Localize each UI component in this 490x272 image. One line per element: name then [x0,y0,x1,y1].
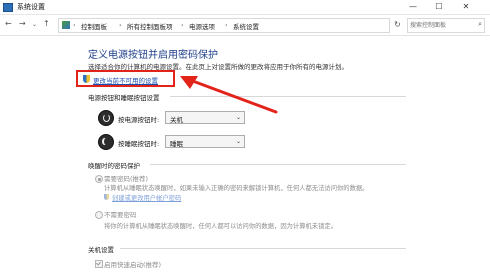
forward-arrow-icon[interactable]: → [19,19,26,28]
power-button-label: 按电源按钮时: [118,116,160,124]
sleep-button-action-select[interactable]: 睡眠 ⌄ [165,135,245,148]
power-button-icon [98,110,114,126]
back-arrow-icon[interactable]: ← [5,19,12,28]
breadcrumb-separator: › [181,21,184,29]
control-panel-icon [62,21,70,29]
chevron-down-icon: ⌄ [235,138,241,145]
breadcrumb-separator: › [225,21,228,29]
up-arrow-icon[interactable]: ↑ [43,19,50,28]
no-password-description: 将你的计算机从睡眠状态唤醒时，任何人都可以访问你的数据，因为计算机未锁定。 [104,223,337,230]
address-bar[interactable]: › 控制面板 › 所有控制面板项 › 电源选项 › 系统设置 ⌄ [58,18,442,33]
breadcrumb-system-settings[interactable]: 系统设置 [233,21,259,31]
section-divider [170,96,406,97]
no-password-label: 不需要密码 [104,211,137,219]
search-box[interactable]: ⌕ [407,18,485,33]
fast-startup-checkbox[interactable] [95,260,103,268]
sleep-button-label: 按睡眠按钮时: [118,140,160,148]
chevron-down-icon: ⌄ [235,114,241,121]
breadcrumb-control-panel[interactable]: 控制面板 [81,21,107,31]
sleep-button-icon [98,134,114,150]
page-title: 定义电源按钮并启用密码保护 [88,50,218,61]
recent-dropdown-icon[interactable]: ⌄ [32,21,37,28]
navigation-bar: ← → ⌄ ↑ › 控制面板 › 所有控制面板项 › 电源选项 › 系统设置 ⌄… [0,15,490,36]
fast-startup-label: 启用快速启动(推荐) [104,261,162,269]
breadcrumb-power-options[interactable]: 电源选项 [189,21,215,31]
change-unavailable-settings-link[interactable]: 更改当前不可用的设置 [93,75,158,85]
section-divider [120,248,406,249]
highlight-box: 更改当前不可用的设置 [76,70,175,87]
breadcrumb-separator: › [73,21,76,29]
search-icon[interactable]: ⌕ [478,20,482,29]
create-password-link[interactable]: 创建或更改用户帐户密码 [112,193,181,202]
title-bar: 系统设置 — ☐ ✕ [0,0,490,15]
sleep-button-action-value: 睡眠 [170,140,183,148]
window-title: 系统设置 [17,3,45,11]
uac-shield-icon [83,75,90,83]
section-shutdown-title: 关机设置 [88,246,114,254]
breadcrumb-all-items[interactable]: 所有控制面板项 [127,21,173,31]
section-power-buttons-title: 电源按钮和睡眠按钮设置 [88,94,160,102]
require-password-label: 需要密码(推荐) [104,175,149,183]
require-password-radio[interactable] [95,175,103,183]
power-button-action-select[interactable]: 关机 ⌄ [165,111,245,124]
power-button-action-value: 关机 [170,116,183,124]
require-password-description: 计算机从睡眠状态唤醒时，如果未输入正确的密码来解锁计算机，任何人都无法访问你的数… [104,185,369,192]
refresh-icon[interactable]: ↻ [391,19,404,32]
breadcrumb-separator: › [119,21,122,29]
maximize-button[interactable]: ☐ [428,0,450,14]
control-panel-icon [3,3,13,12]
section-divider [150,164,406,165]
main-content: 定义电源按钮并启用密码保护 选择适合你的计算机的电源设置。在此页上对设置所做的更… [0,36,490,272]
minimize-button[interactable]: — [402,0,424,14]
close-button[interactable]: ✕ [455,0,477,14]
search-input[interactable] [410,20,472,30]
section-wake-password-title: 唤醒时的密码保护 [88,162,140,170]
no-password-radio[interactable] [95,211,103,219]
uac-shield-icon [104,194,109,200]
